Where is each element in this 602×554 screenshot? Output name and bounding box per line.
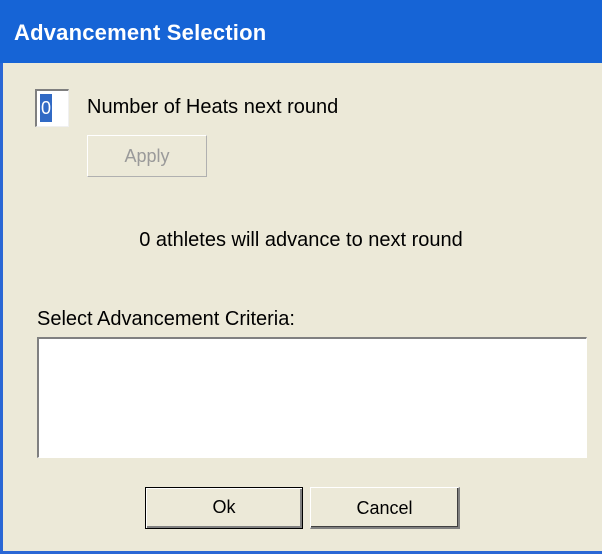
heats-count-value: 0: [40, 94, 52, 122]
ok-button[interactable]: Ok: [145, 487, 303, 529]
criteria-label: Select Advancement Criteria:: [37, 308, 295, 330]
apply-button[interactable]: Apply: [87, 135, 207, 177]
heats-count-label: Number of Heats next round: [87, 96, 339, 118]
cancel-button[interactable]: Cancel: [310, 487, 460, 529]
heats-count-input[interactable]: 0: [35, 89, 69, 127]
advancement-selection-dialog: Advancement Selection 0 Number of Heats …: [0, 0, 602, 554]
window-title: Advancement Selection: [14, 20, 267, 45]
advance-status-text: 0 athletes will advance to next round: [139, 229, 463, 251]
advancement-criteria-list[interactable]: [37, 337, 587, 458]
